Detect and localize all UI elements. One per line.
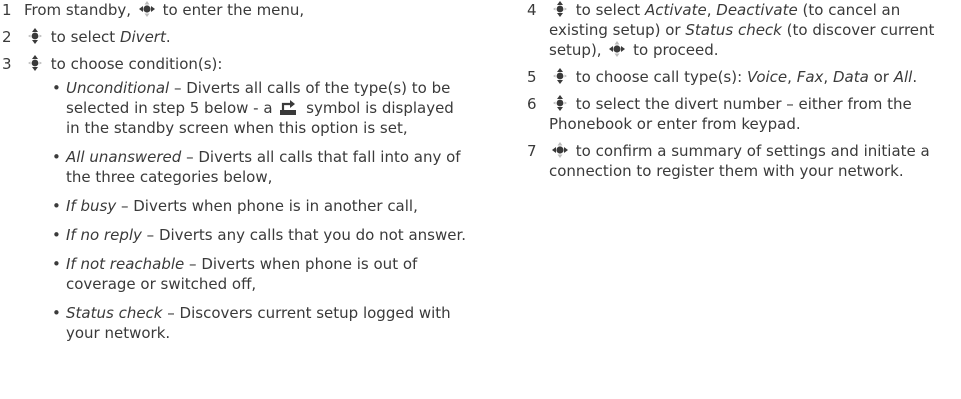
- step-number: 1: [2, 1, 12, 19]
- step-text: to confirm a summary of settings and ini…: [549, 141, 961, 181]
- joystick-updown-icon: [26, 27, 44, 45]
- step-7: 7 to confirm a summary of settings and i…: [525, 141, 961, 181]
- step-text-part: to choose condition(s):: [50, 55, 223, 73]
- step-text-part: to select: [50, 28, 116, 46]
- list-item: • If busy – Diverts when phone is in ano…: [46, 196, 470, 216]
- step-text-part: or: [873, 68, 889, 86]
- joystick-select-icon: [138, 0, 156, 18]
- left-column: 1 From standby, to enter the menu, 2 to …: [0, 0, 470, 359]
- option-term-activate: Activate: [644, 1, 707, 19]
- step-number: 2: [2, 28, 12, 46]
- condition-term: All unanswered: [66, 148, 182, 166]
- step-number: 5: [527, 68, 537, 86]
- bullet-text: If busy – Diverts when phone is in anoth…: [66, 196, 470, 216]
- step-3: 3 to choose condition(s): • Unconditiona…: [0, 54, 470, 352]
- step-text-part: to select the divert number – either fro…: [549, 95, 912, 133]
- divert-arrow-icon: [280, 100, 297, 115]
- bullet-text: If no reply – Diverts any calls that you…: [66, 225, 470, 245]
- step-4: 4 to select Activate, Deactivate (to can…: [525, 0, 961, 60]
- step-text-part: ,: [706, 1, 712, 19]
- step-number: 7: [527, 142, 537, 160]
- step-text-part: ,: [787, 68, 792, 86]
- step-text-part: .: [165, 28, 171, 46]
- step-1: 1 From standby, to enter the menu,: [0, 0, 470, 20]
- joystick-select-icon: [551, 141, 569, 159]
- step-text-part: to confirm a summary of settings and ini…: [549, 142, 930, 180]
- step-text-part: to enter the menu,: [162, 1, 305, 19]
- bullet-dot: •: [52, 148, 61, 166]
- step-text: From standby, to enter the menu,: [24, 0, 470, 20]
- step-2: 2 to select Divert.: [0, 27, 470, 47]
- step-text-part: ,: [823, 68, 829, 86]
- step-text: to choose call type(s): Voice, Fax, Data…: [549, 67, 961, 87]
- bullet-dot: •: [52, 304, 61, 322]
- bullet-dot: •: [52, 226, 61, 244]
- step-text-part: From standby,: [24, 1, 132, 19]
- list-item: • Unconditional – Diverts all calls of t…: [46, 78, 470, 138]
- step-number: 3: [2, 55, 12, 73]
- condition-desc: – Diverts any calls that you do not answ…: [146, 226, 467, 244]
- bullet-dot: •: [52, 255, 61, 273]
- bullet-dot: •: [52, 79, 61, 97]
- bullet-text: All unanswered – Diverts all calls that …: [66, 147, 470, 187]
- step-text-part: .: [912, 68, 918, 86]
- step-number: 4: [527, 1, 537, 19]
- step-text-part: to select: [575, 1, 641, 19]
- step-text: to select the divert number – either fro…: [549, 94, 961, 134]
- joystick-updown-icon: [551, 0, 569, 18]
- step-text: to select Activate, Deactivate (to cance…: [549, 0, 961, 60]
- menu-term-divert: Divert: [119, 28, 166, 46]
- list-item: • If no reply – Diverts any calls that y…: [46, 225, 470, 245]
- joystick-updown-icon: [551, 67, 569, 85]
- joystick-select-icon: [608, 40, 626, 58]
- right-column: 4 to select Activate, Deactivate (to can…: [525, 0, 961, 188]
- call-type-voice: Voice: [746, 68, 788, 86]
- bullet-text: Status check – Discovers current setup l…: [66, 303, 470, 343]
- list-item: • Status check – Discovers current setup…: [46, 303, 470, 343]
- call-type-fax: Fax: [796, 68, 824, 86]
- call-type-data: Data: [832, 68, 869, 86]
- joystick-updown-icon: [551, 94, 569, 112]
- condition-term: Unconditional: [66, 79, 170, 97]
- step-6: 6 to select the divert number – either f…: [525, 94, 961, 134]
- joystick-updown-icon: [26, 54, 44, 72]
- option-term-deactivate: Deactivate: [716, 1, 798, 19]
- condition-term: If no reply: [66, 226, 142, 244]
- step-text: to select Divert.: [24, 27, 470, 47]
- step-5: 5 to choose call type(s): Voice, Fax, Da…: [525, 67, 961, 87]
- condition-term: If busy: [66, 197, 117, 215]
- condition-desc: – Diverts when phone is in another call,: [120, 197, 418, 215]
- condition-term: Status check: [66, 304, 163, 322]
- call-type-all: All: [893, 68, 913, 86]
- condition-term: If not reachable: [66, 255, 185, 273]
- bullet-text: Unconditional – Diverts all calls of the…: [66, 78, 470, 138]
- step-text: to choose condition(s): • Unconditional …: [24, 54, 470, 352]
- option-term-status-check: Status check: [685, 21, 782, 39]
- list-item: • All unanswered – Diverts all calls tha…: [46, 147, 470, 187]
- bullet-dot: •: [52, 197, 61, 215]
- list-item: • If not reachable – Diverts when phone …: [46, 254, 470, 294]
- step-number: 6: [527, 95, 537, 113]
- step-text-part: to choose call type(s):: [575, 68, 743, 86]
- step-text-part: to proceed.: [633, 41, 719, 59]
- bullet-text: If not reachable – Diverts when phone is…: [66, 254, 470, 294]
- condition-list: • Unconditional – Diverts all calls of t…: [46, 78, 470, 343]
